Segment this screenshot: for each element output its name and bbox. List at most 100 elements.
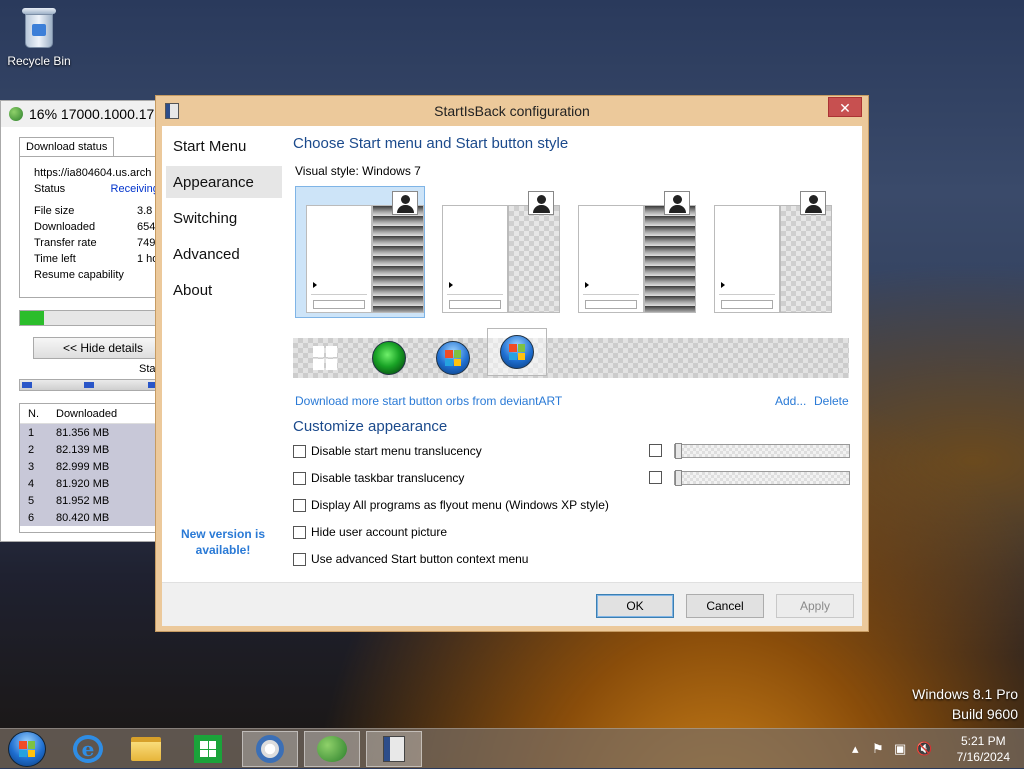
download-segments-bar xyxy=(19,379,171,391)
taskbar-store[interactable] xyxy=(180,731,236,767)
download-window-titlebar[interactable]: 16% 17000.1000.17 xyxy=(1,101,169,127)
taskbar-file-explorer[interactable] xyxy=(118,731,174,767)
info-key: Status xyxy=(34,183,66,195)
checkbox[interactable] xyxy=(293,444,306,458)
table-row[interactable]: 6 80.420 MB xyxy=(20,509,170,526)
start-button[interactable] xyxy=(8,731,46,767)
add-orb-link[interactable]: Add... xyxy=(775,394,806,408)
close-button[interactable]: ✕ xyxy=(828,97,862,117)
cell-number: 2 xyxy=(28,443,35,456)
nav-about[interactable]: About xyxy=(166,274,282,306)
nav-advanced[interactable]: Advanced xyxy=(166,238,282,270)
table-row[interactable]: 1 81.356 MB xyxy=(20,424,170,441)
style-thumbnail-1[interactable] xyxy=(295,186,425,318)
option-disable-taskbar-translucency[interactable]: Disable taskbar translucency xyxy=(293,470,464,486)
ok-button[interactable]: OK xyxy=(596,594,674,618)
table-row[interactable]: 4 81.920 MB xyxy=(20,475,170,492)
info-value: 749 xyxy=(137,237,156,249)
user-picture-icon xyxy=(392,191,418,215)
download-url-text: https://ia804604.us.arch xyxy=(34,167,152,179)
cell-downloaded: 82.139 MB xyxy=(56,443,110,456)
orb-clover[interactable] xyxy=(369,340,409,376)
table-row[interactable]: 3 82.999 MB xyxy=(20,458,170,475)
cell-number: 3 xyxy=(28,460,35,473)
checkbox[interactable] xyxy=(293,498,306,512)
info-key: Downloaded xyxy=(34,221,96,233)
style-thumbnail-4[interactable] xyxy=(703,186,833,318)
option-hide-user-picture[interactable]: Hide user account picture xyxy=(293,524,447,540)
system-tray: ▴ ⚑ ▣ 🔇 5:21 PM 7/16/2024 xyxy=(848,729,1024,769)
taskbar-app-chrome[interactable] xyxy=(242,731,298,767)
option-flyout-all-programs[interactable]: Display All programs as flyout menu (Win… xyxy=(293,497,609,513)
download-info-row: Time left 1 ho xyxy=(34,251,168,267)
folder-icon xyxy=(131,737,161,761)
taskbar-color-checkbox[interactable] xyxy=(649,471,662,484)
dialog-client-area: Start Menu Appearance Switching Advanced… xyxy=(162,126,862,626)
recycle-bin-desktop-icon[interactable]: Recycle Bin xyxy=(6,6,72,68)
dialog-footer: OK Cancel Apply xyxy=(162,582,862,626)
browser-icon xyxy=(256,735,284,763)
cancel-button[interactable]: Cancel xyxy=(686,594,764,618)
show-hidden-icons-chevron-icon[interactable]: ▴ xyxy=(852,741,859,757)
info-key: Resume capability xyxy=(34,269,124,281)
table-row[interactable]: 2 82.139 MB xyxy=(20,441,170,458)
action-center-flag-icon[interactable]: ⚑ xyxy=(872,741,884,757)
column-header-downloaded: Downloaded xyxy=(56,407,118,420)
checkbox[interactable] xyxy=(293,471,306,485)
table-header: N. Downloaded xyxy=(20,404,170,424)
taskbar-startisback[interactable] xyxy=(366,731,422,767)
download-progress-bar xyxy=(19,310,171,326)
menu-color-checkbox[interactable] xyxy=(649,444,662,457)
nav-switching[interactable]: Switching xyxy=(166,202,282,234)
download-connections-table: N. Downloaded 1 81.356 MB 2 82.139 MB 3 82.99… xyxy=(19,403,171,533)
new-version-link[interactable]: New version is available! xyxy=(178,526,268,558)
style-thumbnail-3[interactable] xyxy=(567,186,697,318)
store-icon xyxy=(194,735,222,763)
nav-start-menu[interactable]: Start Menu xyxy=(166,130,282,162)
user-picture-icon xyxy=(528,191,554,215)
info-key: Transfer rate xyxy=(34,237,97,249)
appearance-panel: Choose Start menu and Start button style… xyxy=(293,126,862,582)
hide-details-button[interactable]: << Hide details xyxy=(33,337,173,359)
orb-windows7-selected[interactable] xyxy=(487,328,547,376)
network-icon[interactable]: ▣ xyxy=(894,741,906,757)
deviantart-link[interactable]: Download more start button orbs from dev… xyxy=(295,394,562,408)
volume-muted-icon[interactable]: 🔇 xyxy=(916,741,932,757)
recycle-bin-label: Recycle Bin xyxy=(7,54,71,68)
orb-windows8[interactable] xyxy=(305,340,345,376)
option-label: Disable taskbar translucency xyxy=(311,471,465,485)
startisback-config-dialog[interactable]: StartIsBack configuration ✕ Start Menu A… xyxy=(155,95,869,632)
download-manager-window[interactable]: 16% 17000.1000.17 Download status https:… xyxy=(0,100,173,542)
option-label: Display All programs as flyout menu (Win… xyxy=(311,498,609,512)
tab-download-status[interactable]: Download status xyxy=(19,137,115,156)
style-thumbnail-2[interactable] xyxy=(431,186,561,318)
visual-style-value: Windows 7 xyxy=(362,164,421,178)
taskbar-translucency-slider[interactable] xyxy=(674,470,850,486)
menu-translucency-slider[interactable] xyxy=(674,443,850,459)
download-info-row: Status Receiving d xyxy=(34,181,168,197)
download-window-title: 16% 17000.1000.17 xyxy=(29,106,155,122)
clock[interactable]: 5:21 PM 7/16/2024 xyxy=(957,733,1010,765)
apply-button[interactable]: Apply xyxy=(776,594,854,618)
settings-nav: Start Menu Appearance Switching Advanced… xyxy=(162,126,287,582)
taskbar: e ▴ ⚑ ▣ 🔇 5:21 PM 7/16/2024 xyxy=(0,728,1024,768)
option-advanced-context-menu[interactable]: Use advanced Start button context menu xyxy=(293,551,528,567)
slider-knob[interactable] xyxy=(675,470,682,486)
orb-windows7-classic[interactable] xyxy=(433,340,473,376)
nav-appearance[interactable]: Appearance xyxy=(166,166,282,198)
checkbox[interactable] xyxy=(293,525,306,539)
download-status-fragment: Sta xyxy=(139,363,156,375)
download-info-row: Transfer rate 749 xyxy=(34,235,168,251)
option-disable-menu-translucency[interactable]: Disable start menu translucency xyxy=(293,443,482,459)
slider-knob[interactable] xyxy=(675,443,682,459)
taskbar-internet-explorer[interactable]: e xyxy=(60,731,116,767)
download-url: https://ia804604.us.arch xyxy=(34,165,168,181)
taskbar-download-manager[interactable] xyxy=(304,731,360,767)
cell-downloaded: 80.420 MB xyxy=(56,511,110,524)
dialog-titlebar[interactable]: StartIsBack configuration ✕ xyxy=(156,96,868,124)
table-row[interactable]: 5 81.952 MB xyxy=(20,492,170,509)
checkbox[interactable] xyxy=(293,552,306,566)
delete-orb-link[interactable]: Delete xyxy=(814,394,849,408)
side-pane-preview xyxy=(372,205,424,313)
segment-marker xyxy=(22,382,32,388)
